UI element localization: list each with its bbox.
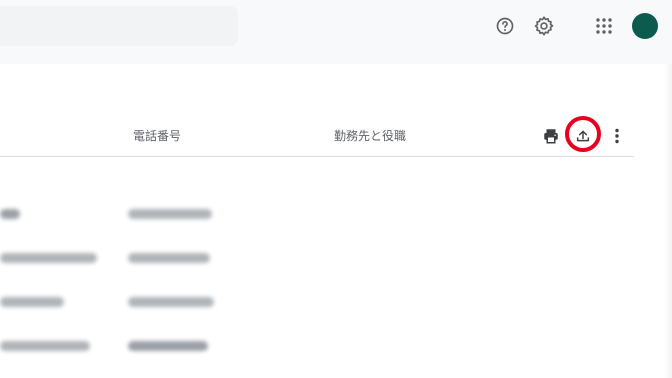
table-row[interactable] bbox=[0, 196, 634, 238]
avatar[interactable] bbox=[632, 13, 658, 39]
redacted-phone bbox=[128, 253, 210, 263]
table-row[interactable] bbox=[0, 284, 634, 326]
export-upload-icon bbox=[576, 130, 590, 142]
settings-button[interactable] bbox=[529, 11, 559, 41]
help-circle-icon bbox=[496, 17, 514, 35]
redacted-phone bbox=[128, 209, 212, 219]
more-vert-icon bbox=[615, 128, 619, 144]
column-header-phone[interactable]: 電話番号 bbox=[133, 127, 181, 144]
export-button[interactable] bbox=[569, 122, 597, 150]
gear-icon bbox=[534, 16, 554, 36]
redacted-name bbox=[0, 209, 20, 219]
top-app-bar bbox=[0, 0, 672, 64]
table-row[interactable] bbox=[0, 240, 634, 282]
apps-grid-icon bbox=[596, 18, 612, 34]
search-bar[interactable] bbox=[0, 6, 238, 46]
redacted-phone bbox=[128, 297, 214, 307]
redacted-name bbox=[0, 341, 90, 351]
redacted-phone bbox=[128, 341, 208, 351]
redacted-name bbox=[0, 297, 64, 307]
print-icon bbox=[544, 129, 558, 144]
redacted-name bbox=[0, 253, 97, 263]
column-header-company-title[interactable]: 勤務先と役職 bbox=[334, 127, 406, 144]
help-button[interactable] bbox=[490, 11, 520, 41]
more-options-button[interactable] bbox=[603, 122, 631, 150]
apps-button[interactable] bbox=[589, 11, 619, 41]
print-button[interactable] bbox=[537, 122, 565, 150]
table-row[interactable] bbox=[0, 328, 634, 370]
